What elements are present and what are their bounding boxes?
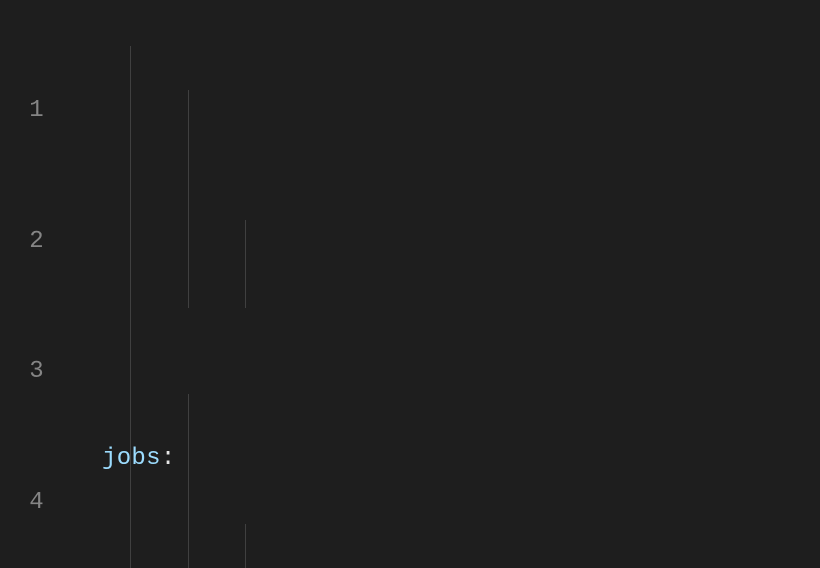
indent-guide [245,220,246,308]
code-area[interactable]: jobs: main: requires: [~commit] image: n… [62,0,514,568]
indent-guide [130,46,131,568]
code-line[interactable]: jobs: [102,437,514,481]
line-number: 2 [0,220,44,264]
indent-guide [188,90,189,308]
indent-guide [245,524,246,568]
line-number-gutter: 1 2 3 4 5 6 7 8 9 10 11 12 13 [0,0,62,568]
indent-guide [188,394,189,568]
yaml-key: jobs [102,445,161,472]
colon: : [161,445,176,472]
line-number: 4 [0,481,44,525]
line-number: 3 [0,350,44,394]
line-number: 1 [0,89,44,133]
code-editor[interactable]: 1 2 3 4 5 6 7 8 9 10 11 12 13 jobs: main… [0,0,820,568]
